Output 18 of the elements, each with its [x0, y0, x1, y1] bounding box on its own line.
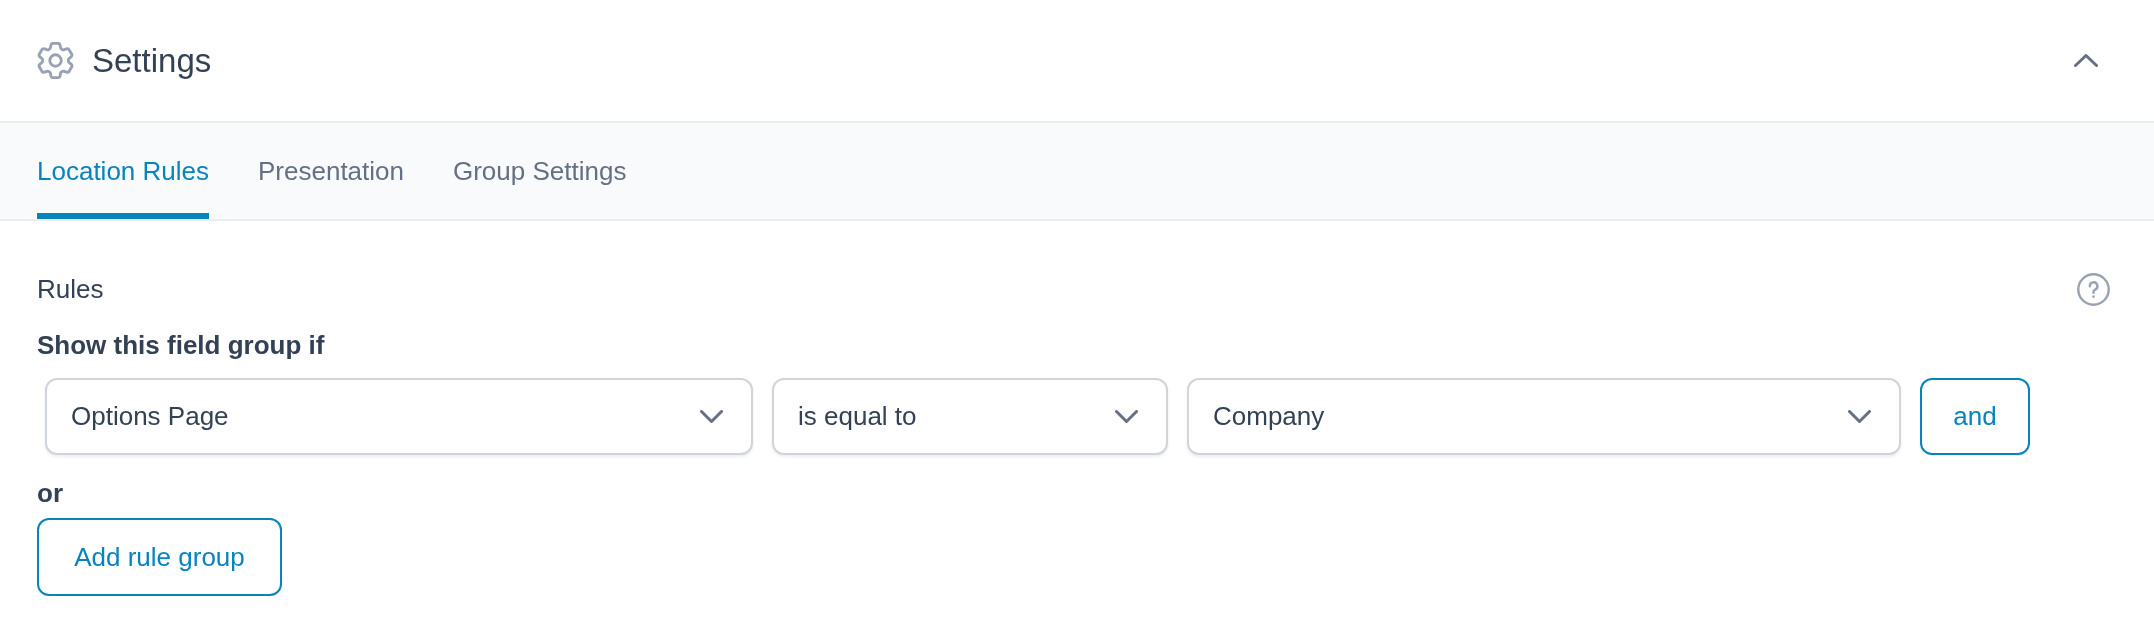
panel-title: Settings — [92, 40, 213, 81]
and-button[interactable]: and — [1920, 378, 2030, 455]
gear-icon — [37, 42, 74, 79]
chevron-down-icon — [700, 410, 723, 423]
tab[interactable]: Location Rules — [37, 123, 209, 219]
select-dropdown[interactable]: is equal to — [772, 378, 1168, 455]
chevron-up-icon[interactable] — [2074, 54, 2098, 67]
help-icon[interactable] — [2077, 272, 2110, 306]
section-label: Rules — [37, 273, 104, 305]
select-dropdown[interactable]: Company — [1187, 378, 1901, 455]
chevron-down-icon — [1115, 410, 1138, 423]
chevron-down-icon — [1848, 410, 1871, 423]
or-label: or — [37, 477, 63, 509]
tab[interactable]: Group Settings — [453, 123, 627, 219]
tab[interactable]: Presentation — [258, 123, 404, 219]
rule-heading: Show this field group if — [37, 329, 325, 361]
add-rule-group-button[interactable]: Add rule group — [37, 518, 282, 596]
select-dropdown[interactable]: Options Page — [45, 378, 753, 455]
